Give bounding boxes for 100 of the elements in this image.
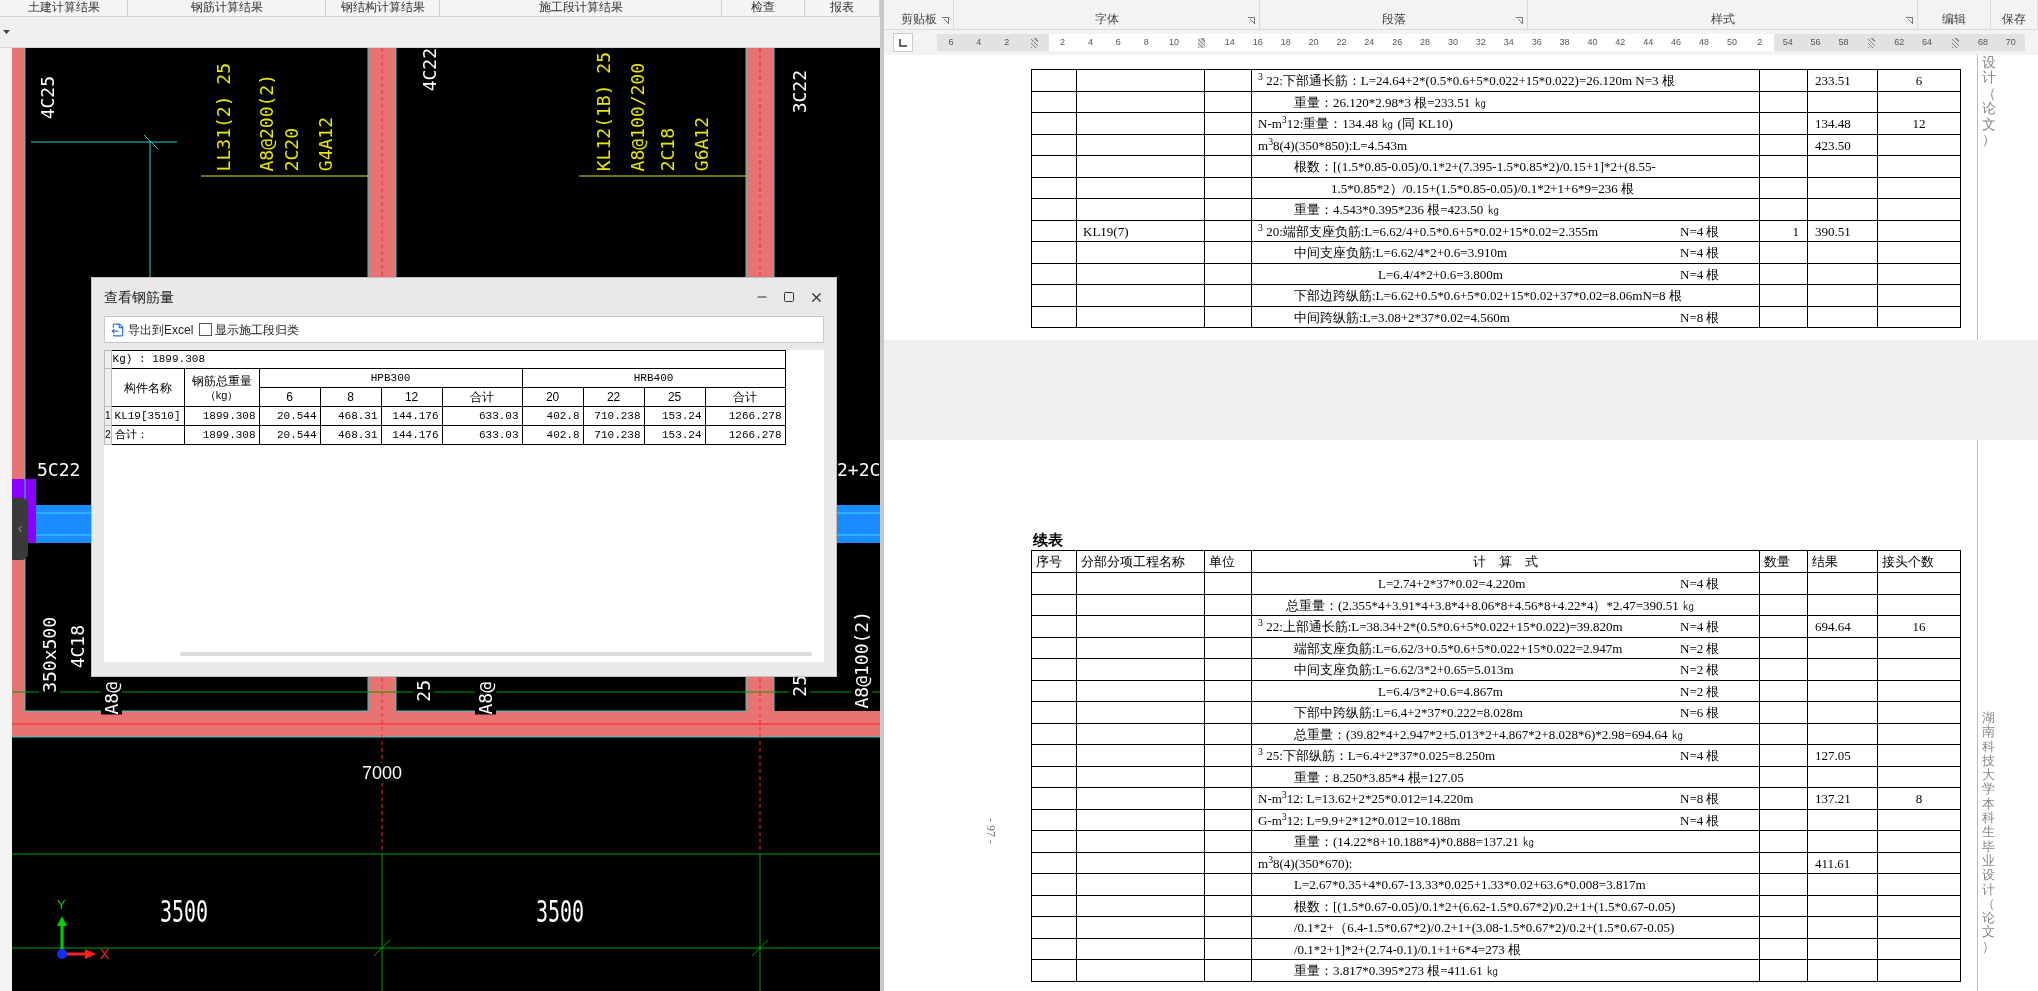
result-tab[interactable]: 检查: [722, 0, 805, 16]
ruler-number: 68: [1977, 35, 1988, 49]
ruler-number: 8: [1143, 35, 1149, 49]
ruler-number: 38: [1559, 35, 1570, 49]
result-tab[interactable]: 钢筋计算结果: [128, 0, 326, 16]
ruler-number: 36: [1531, 35, 1542, 49]
table-cell: 144.176: [381, 406, 443, 426]
formula-text: 下部中跨纵筋:L=6.4+2*37*0.222=8.028m: [1294, 705, 1523, 720]
table-cell: 1266.278: [705, 425, 786, 445]
result-tab[interactable]: 钢结构计算结果: [326, 0, 440, 16]
table-cell: 1899.308: [184, 425, 260, 445]
header-unit: （kg）: [203, 388, 240, 402]
ruler-number: 14: [1224, 35, 1235, 49]
ruler-number: 70: [2005, 35, 2016, 49]
ruler-number: 10: [1169, 35, 1180, 49]
header-cell: 6: [259, 387, 321, 407]
formula-text: 总重量：(2.355*4+3.91*4+3.8*4+8.06*8+4.56*8+4.22*4）*2.47=390.51 ㎏: [1286, 597, 1696, 613]
drawing-label: LL31(2) 25: [213, 63, 234, 172]
dialog-launcher-icon[interactable]: [1906, 17, 1913, 24]
formula-text: L=6.4/4*2+0.6=3.800m: [1378, 266, 1503, 282]
formula-text: 1.5*0.85*2）/0.15+(1.5*0.85-0.05)/0.1*2+1+6*9=236 根: [1331, 180, 1635, 196]
axis-label: X: [100, 946, 110, 962]
column-header: 数量: [1760, 551, 1808, 572]
count-text: N=8 根: [1680, 308, 1720, 327]
drawing-label: A8@: [101, 682, 122, 715]
ribbon-group-label: 保存: [2002, 12, 2026, 26]
header-cell: 8: [320, 387, 382, 407]
header-cell: 22: [583, 387, 645, 407]
result-tab[interactable]: 施工段计算结果: [440, 0, 722, 16]
formula-text: 总重量：(39.82*4+2.947*2+5.013*2+4.867*2+8.028*6)*2.98=694.64 ㎏: [1294, 726, 1684, 742]
count-text: N=4 根: [1680, 244, 1720, 262]
ruler-number: 34: [1503, 35, 1514, 49]
ruler-number: 30: [1447, 35, 1458, 49]
header-cell-text: 钢筋总重量: [190, 373, 253, 389]
export-button[interactable]: 导出到Excel: [111, 320, 194, 339]
count-text: N=4 根: [1680, 811, 1720, 830]
table-cell: 20.544: [259, 406, 321, 426]
tab-stop-icon: [899, 38, 907, 47]
ruler-number: 58: [1838, 35, 1849, 49]
ruler-number: 46: [1671, 35, 1682, 49]
ruler-marker-icon: [1867, 37, 1875, 48]
table-cell: 468.31: [320, 406, 382, 426]
horizontal-scrollbar[interactable]: [180, 652, 812, 656]
column-header: 计 算 式: [1252, 551, 1760, 572]
table-cell: KL19(7): [1083, 223, 1129, 239]
count-text: N=4 根: [1680, 747, 1720, 765]
table-cell: 633.03: [442, 406, 523, 426]
dialog-launcher-icon[interactable]: [942, 17, 949, 24]
ribbon-group-label: 段落: [1381, 12, 1406, 26]
table-cell: 423.50: [1815, 137, 1851, 153]
ruler-number: 20: [1308, 35, 1319, 49]
chevron-left-icon: [15, 524, 25, 534]
formula-text: 重量：26.120*2.98*3 根=233.51 ㎏: [1294, 94, 1487, 110]
count-text: N=2 根: [1680, 639, 1720, 658]
dialog-launcher-icon[interactable]: [1516, 17, 1523, 24]
drawing-label: A8@200(2): [256, 74, 277, 172]
checkbox[interactable]: [199, 323, 213, 336]
ruler-number: 32: [1475, 35, 1486, 49]
table-cell: 合计：: [111, 425, 185, 445]
table-cell: 1: [1792, 223, 1799, 239]
ruler-marker-icon: [1198, 37, 1206, 48]
count-text: N=8 根: [1680, 790, 1720, 808]
table-cell: 6: [1915, 73, 1923, 88]
header-cell: HPB300: [259, 368, 523, 388]
ribbon-group-label: 编辑: [1942, 12, 1966, 26]
table-cell: 144.176: [381, 425, 443, 445]
result-tab[interactable]: 土建计算结果: [0, 0, 128, 16]
row-number: 2: [104, 425, 112, 445]
table-cell: 153.24: [644, 406, 706, 426]
drawing-label: A8@: [475, 682, 496, 715]
table-cell: 233.51: [1815, 73, 1851, 88]
ruler-number: 4: [976, 35, 982, 49]
ruler-number: 26: [1392, 35, 1403, 49]
table-cell: 1266.278: [705, 406, 786, 426]
page-number: - 97 -: [983, 818, 999, 844]
side-caption: 设计（论文）: [1982, 55, 1997, 148]
dropdown-caret-icon[interactable]: [3, 30, 10, 34]
formula-text: 中间支座负筋:L=6.62/3*2+0.65=5.013m: [1294, 662, 1514, 677]
tab-stop-button[interactable]: [893, 33, 913, 52]
formula-text: L=2.74+2*37*0.02=4.220m: [1378, 576, 1526, 591]
ruler-number: 4: [1087, 35, 1093, 49]
drawing-label: 25: [789, 675, 810, 697]
formula-text: $^{3}$ 22:上部通长筋:L=38.34+2*(0.5*0.6+5*0.022+15*0.022)=39.820m: [1258, 619, 1623, 634]
formula-text: 重量：4.543*0.395*236 根=423.50 ㎏: [1294, 202, 1500, 217]
dialog-launcher-icon[interactable]: [1248, 17, 1255, 24]
formula-text: 重量：8.250*3.85*4 根=127.05: [1294, 769, 1464, 785]
table-cell: 710.238: [583, 406, 645, 426]
table-cell: 402.8: [522, 425, 584, 445]
maximize-icon[interactable]: [783, 291, 795, 303]
ruler-marker-icon: [1031, 37, 1039, 48]
side-caption: 湖南科技大学本科生毕业设计（论文）: [1982, 711, 1996, 955]
checkbox-label[interactable]: 显示施工段归类: [215, 320, 300, 339]
ruler-number: 22: [1336, 35, 1347, 49]
axis-label: Y: [57, 898, 66, 912]
column-header: 分部分项工程名称: [1077, 551, 1205, 572]
summary-cell: Kg) : 1899.308: [111, 350, 786, 369]
table-cell: 633.03: [442, 425, 523, 445]
header-cell: 合计: [442, 387, 523, 407]
header-cell: 合计: [705, 387, 786, 407]
table-cell: 134.48: [1815, 116, 1851, 131]
